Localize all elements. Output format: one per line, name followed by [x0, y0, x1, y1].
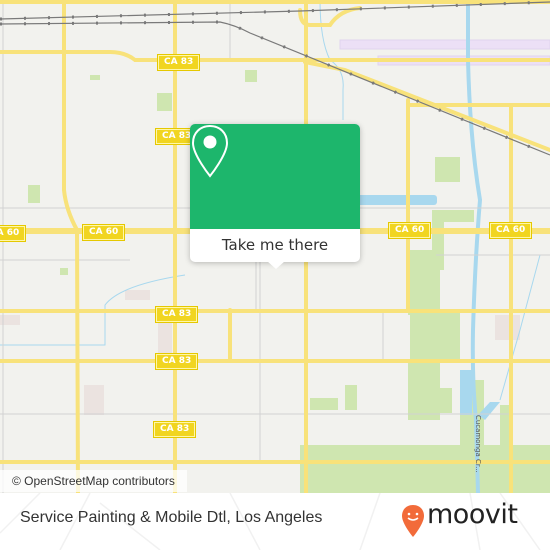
waterway-label: Cucamonga Cr...: [474, 415, 482, 473]
route-shield-ca83: CA 83: [156, 54, 201, 71]
map-view[interactable]: Cucamonga Cr... CA 83 CA 83 CA 60 CA 60 …: [0, 0, 550, 493]
route-shield-ca83: CA 83: [154, 353, 199, 370]
popup-pointer: [267, 261, 285, 269]
route-shield-ca60: CA 60: [387, 222, 432, 239]
popup-header: [190, 124, 360, 229]
route-shield-ca83: CA 83: [154, 306, 199, 323]
map-attribution[interactable]: © OpenStreetMap contributors: [0, 470, 187, 492]
route-shield-ca83: CA 83: [152, 421, 197, 438]
map-pin-icon: [191, 124, 229, 178]
moovit-logo-icon: [402, 505, 424, 537]
take-me-there-button[interactable]: Take me there: [190, 229, 360, 262]
place-title: Service Painting & Mobile Dtl, Los Angel…: [20, 509, 323, 526]
route-shield-ca60: CA 60: [488, 222, 533, 239]
route-shield-ca60: CA 60: [81, 224, 126, 241]
destination-popup[interactable]: Take me there: [190, 124, 360, 269]
footer-bar: Service Painting & Mobile Dtl, Los Angel…: [0, 493, 550, 550]
route-shield-ca60: CA 60: [0, 225, 27, 242]
moovit-brand[interactable]: moovit: [427, 499, 518, 530]
